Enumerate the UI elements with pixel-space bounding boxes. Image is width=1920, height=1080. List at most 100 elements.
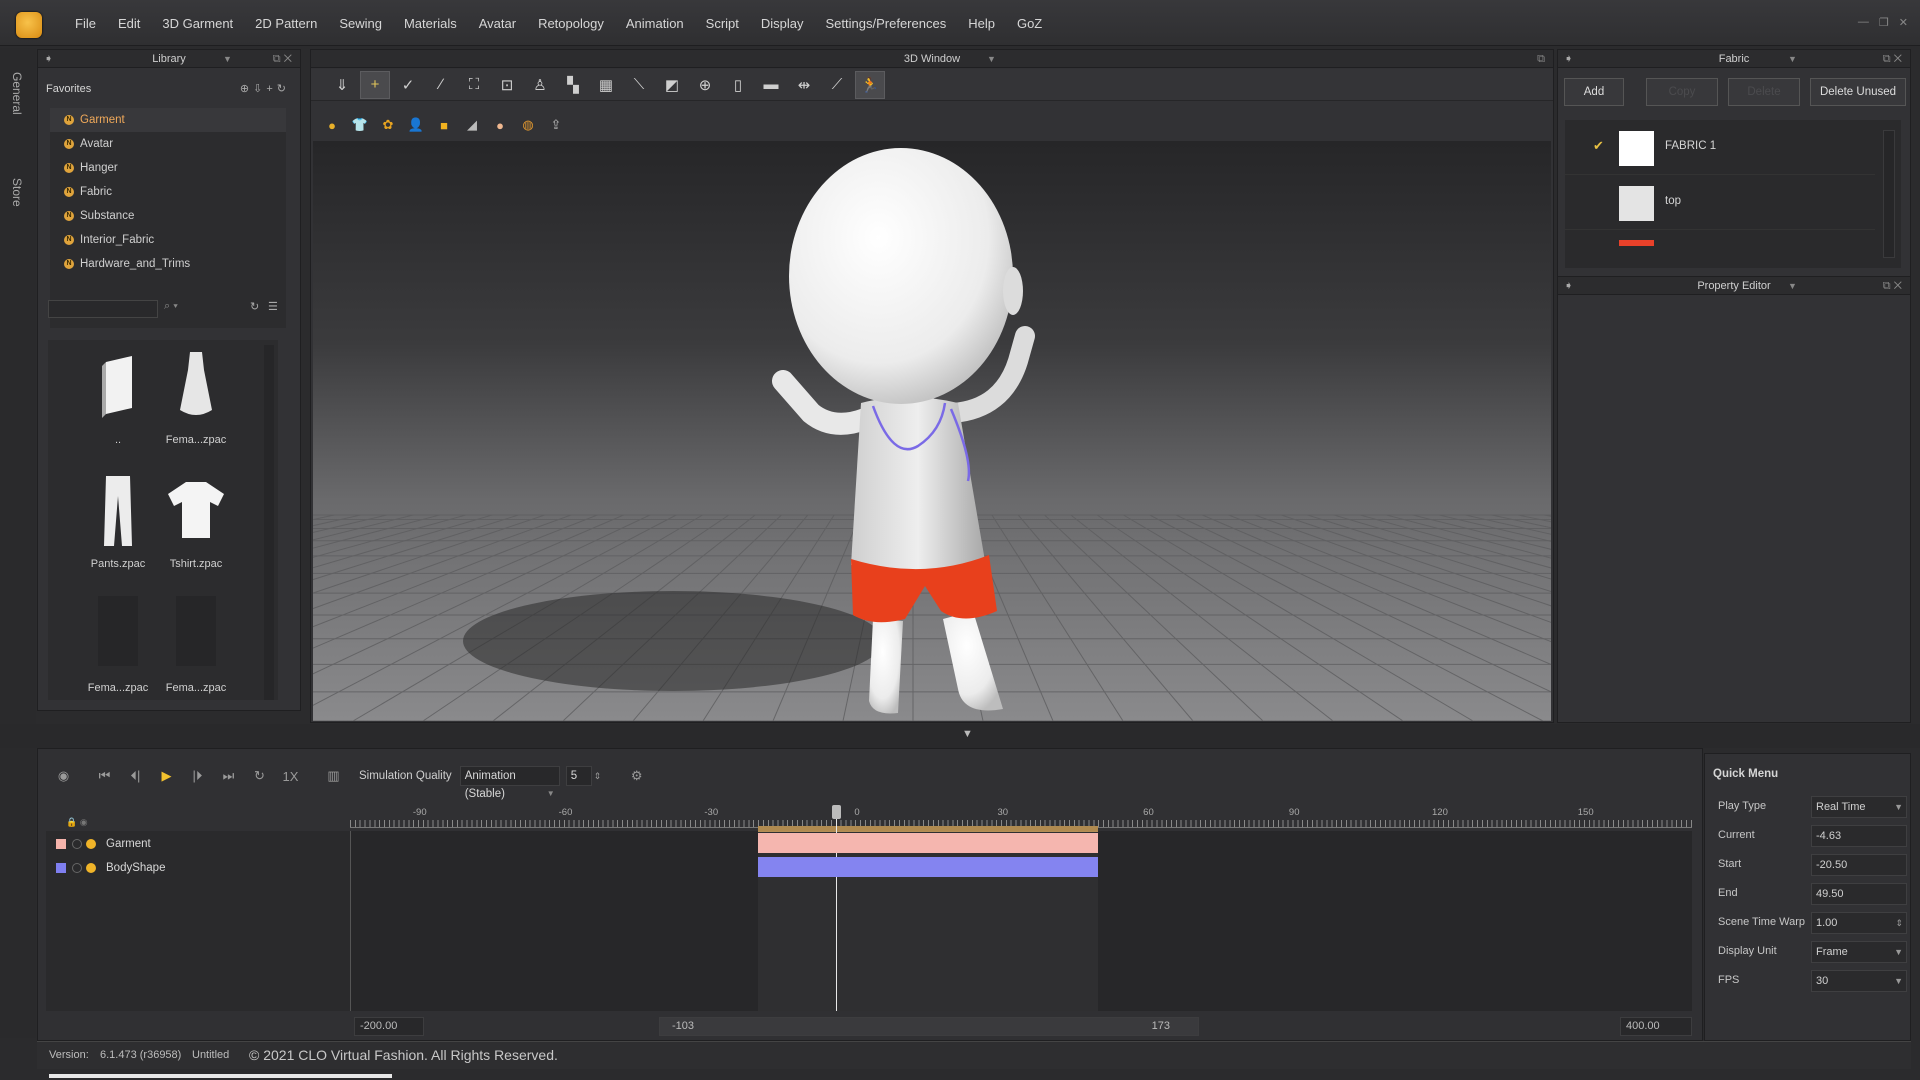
tab-store[interactable]: Store (10, 178, 24, 207)
menu-2d-pattern[interactable]: 2D Pattern (244, 16, 328, 31)
refresh-icon[interactable]: ↻ (250, 300, 259, 313)
spin-arrows-icon[interactable]: ⇕ (1895, 913, 1903, 933)
edit-pin-icon[interactable]: ∕ (426, 71, 456, 99)
favorites-item-garment[interactable]: N Garment (50, 108, 286, 132)
show-avatar-icon[interactable]: ● (321, 114, 343, 136)
fabric-list-item[interactable]: top (1565, 175, 1875, 230)
chevron-down-icon[interactable]: ▼ (1894, 797, 1903, 817)
show-garment-icon[interactable]: 👕 (349, 114, 371, 136)
export-icon[interactable]: ⇪ (545, 114, 567, 136)
list-view-icon[interactable]: ☰ (268, 300, 278, 313)
measure-icon[interactable]: ⇹ (789, 71, 819, 99)
chevron-down-icon[interactable]: ▼ (1788, 277, 1797, 295)
play-icon[interactable]: ▶ (151, 768, 182, 784)
menu-help[interactable]: Help (957, 16, 1006, 31)
menu-edit[interactable]: Edit (107, 16, 151, 31)
quick-display-unit-select[interactable]: Frame ▼ (1811, 941, 1907, 963)
speed-button[interactable]: 1X (275, 769, 306, 784)
menu-retopology[interactable]: Retopology (527, 16, 615, 31)
simulation-icon[interactable]: 🏃 (855, 70, 885, 99)
collapse-arrow-icon[interactable]: ▼ (962, 728, 973, 740)
avatar-silhouette-icon[interactable]: 👤 (405, 114, 427, 136)
menu-sewing[interactable]: Sewing (328, 16, 393, 31)
menu-script[interactable]: Script (695, 16, 750, 31)
fabric-list-item[interactable]: ✔ FABRIC 1 (1565, 120, 1875, 175)
quick-end-input[interactable]: 49.50 (1811, 883, 1907, 905)
texture-icon[interactable]: ✿ (377, 114, 399, 136)
pattern-grid-icon[interactable]: ◍ (517, 114, 539, 136)
float-close-icons[interactable]: ⧉ ✕ (1883, 50, 1902, 68)
edit-curvature-icon[interactable]: ✓ (393, 71, 423, 99)
3d-viewport[interactable] (313, 141, 1551, 721)
tab-general[interactable]: General (10, 72, 24, 115)
track-row-garment[interactable]: Garment (46, 833, 350, 857)
grid-icon[interactable]: ▦ (591, 71, 621, 99)
menu-goz[interactable]: GoZ (1006, 16, 1053, 31)
select-mesh-icon[interactable]: ⇓ (327, 71, 357, 99)
timeline-settings-icon[interactable]: ⚙ (621, 768, 652, 784)
menu-animation[interactable]: Animation (615, 16, 695, 31)
search-icon[interactable]: ⌕ ▾ (164, 300, 178, 313)
fold-arrangement-icon[interactable]: ⊡ (492, 71, 522, 99)
chevron-down-icon[interactable]: ▼ (223, 50, 232, 68)
chevron-down-icon[interactable]: ▼ (1894, 971, 1903, 991)
track-visibility-toggle[interactable] (86, 863, 96, 873)
skin-icon[interactable]: ● (489, 114, 511, 136)
favorites-item-substance[interactable]: N Substance (50, 204, 286, 228)
favorites-item-avatar[interactable]: N Avatar (50, 132, 286, 156)
wireframe-icon[interactable]: ◢ (461, 114, 483, 136)
trim-icon[interactable]: ◩ (657, 71, 687, 99)
fabric-list-scrollbar[interactable] (1883, 130, 1895, 258)
go-to-start-icon[interactable]: ⏮ (89, 768, 120, 784)
chevron-down-icon[interactable]: ▼ (1788, 50, 1797, 68)
menu-avatar[interactable]: Avatar (468, 16, 527, 31)
favorites-item-hanger[interactable]: N Hanger (50, 156, 286, 180)
restore-icon[interactable]: ❐ (1879, 16, 1889, 29)
quick-fps-select[interactable]: 30 ▼ (1811, 970, 1907, 992)
dock-arrow-icon[interactable]: ➧ (1564, 50, 1573, 68)
library-thumbnail[interactable]: .. (78, 348, 158, 458)
avatar-pose-icon[interactable]: ♙ (525, 71, 555, 99)
playhead-handle[interactable] (831, 805, 841, 819)
track-row-bodyshape[interactable]: BodyShape (46, 857, 350, 881)
step-back-icon[interactable]: ⏴| (120, 768, 151, 784)
dock-arrow-icon[interactable]: ➧ (1564, 277, 1573, 295)
dock-arrow-icon[interactable]: ➧ (44, 50, 53, 68)
library-thumbnail[interactable]: Fema...zpac (156, 596, 236, 706)
favorites-item-fabric[interactable]: N Fabric (50, 180, 286, 204)
lock-eye-icons[interactable]: 🔒 ◉ (66, 817, 88, 828)
strap-icon[interactable]: ⟍ (624, 71, 654, 99)
track-lock-toggle[interactable] (72, 839, 82, 849)
track-lock-toggle[interactable] (72, 863, 82, 873)
favorites-item-hardware_and_trims[interactable]: N Hardware_and_Trims (50, 252, 286, 276)
timeline-scrollbar[interactable]: -200.00 -103 173 400.00 (350, 1017, 1692, 1037)
quick-current-input[interactable]: -4.63 (1811, 825, 1907, 847)
tack-icon[interactable]: ▚ (558, 71, 588, 99)
steps-stepper[interactable]: 5 (565, 766, 592, 786)
scroll-min-field[interactable]: -200.00 (354, 1017, 424, 1036)
simulation-quality-select[interactable]: Animation (Stable) ▼ (459, 766, 560, 800)
menu-settings-preferences[interactable]: Settings/Preferences (815, 16, 958, 31)
stepper-arrows-icon[interactable]: ⇕ (594, 771, 602, 782)
topstitch-icon[interactable]: ▬ (756, 71, 786, 99)
menu-display[interactable]: Display (750, 16, 815, 31)
zipper-icon[interactable]: ▯ (723, 71, 753, 99)
float-close-icons[interactable]: ⧉ ✕ (273, 50, 292, 68)
library-thumbnail[interactable]: Pants.zpac (78, 472, 158, 582)
fabric-delete-unused-button[interactable]: Delete Unused (1810, 78, 1906, 106)
float-icon[interactable]: ⧉ (1537, 50, 1545, 68)
fabric-add-button[interactable]: Add (1564, 78, 1624, 106)
garment-fit-icon[interactable]: ⛶ (459, 71, 489, 99)
favorites-tools[interactable]: ⊕⇩+↻ (240, 82, 290, 95)
chevron-down-icon[interactable]: ▼ (1894, 942, 1903, 962)
track-visibility-toggle[interactable] (86, 839, 96, 849)
clear-cache-icon[interactable]: ▥ (318, 768, 349, 784)
menu-materials[interactable]: Materials (393, 16, 468, 31)
quick-play-type-select[interactable]: Real Time ▼ (1811, 796, 1907, 818)
track-area[interactable] (350, 805, 1692, 1011)
transform-pin-icon[interactable]: + (360, 70, 390, 99)
record-icon[interactable]: ◉ (48, 768, 79, 784)
library-thumbnail[interactable]: Fema...zpac (156, 348, 236, 458)
float-close-icons[interactable]: ⧉ ✕ (1883, 277, 1902, 295)
menu-file[interactable]: File (64, 16, 107, 31)
